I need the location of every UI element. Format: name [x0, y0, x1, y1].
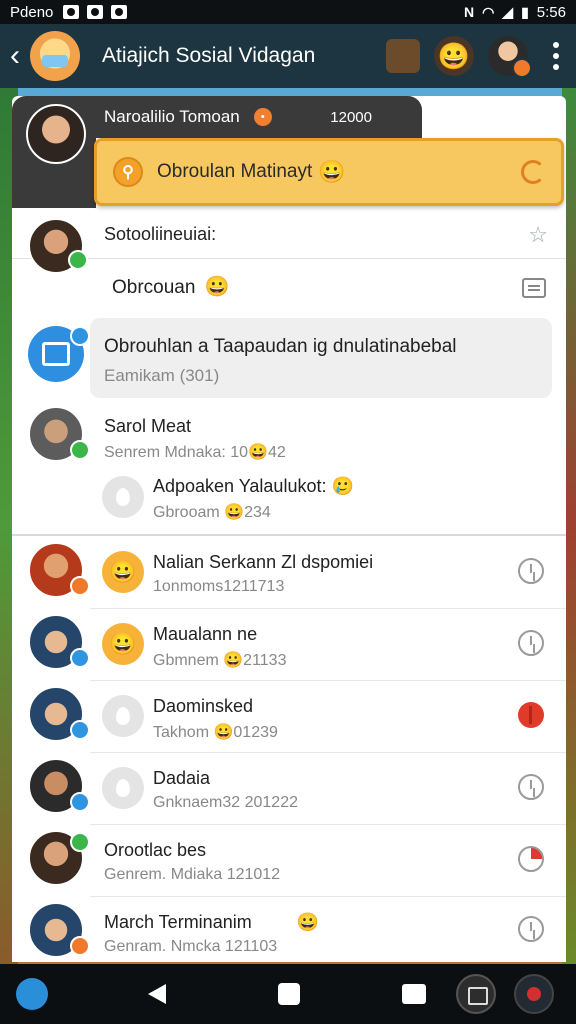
- app-avatar[interactable]: [30, 31, 80, 81]
- row-divider: [90, 896, 566, 897]
- list-item-subtitle: 1onmoms1211713: [153, 578, 285, 595]
- emoji-icon: 😀: [102, 623, 144, 665]
- status-badge: [68, 250, 88, 270]
- status-badge: [70, 576, 90, 596]
- list-item-title[interactable]: Adpoaken Yalaulukot: 🥲: [153, 476, 354, 497]
- home-icon[interactable]: [278, 983, 300, 1005]
- clock-icon: [518, 916, 544, 942]
- list-item-title-text: March Terminanim: [104, 912, 252, 932]
- location-pin-icon: [102, 695, 144, 737]
- list-item-title[interactable]: Orootlac bes: [104, 840, 206, 861]
- carrier-label: Pdeno: [10, 3, 54, 21]
- camera-icon[interactable]: [456, 974, 496, 1014]
- list-item-title[interactable]: Daominsked: [153, 696, 253, 717]
- list-item-title-text: Adpoaken Yalaulukot:: [153, 476, 327, 496]
- location-pin-icon: [102, 476, 144, 518]
- list-item-subtitle: Gbrooam 😀234: [153, 504, 271, 521]
- status-badge: [70, 792, 90, 812]
- section-title: Sotooliineuiai:: [104, 224, 217, 244]
- card-icon[interactable]: [522, 278, 546, 298]
- emoji-icon: 😀: [102, 551, 144, 593]
- app-bar: ‹ Atiajich Sosial Vidagan 😀: [0, 24, 576, 88]
- emoji-badge-icon: •: [253, 108, 272, 126]
- list-item-title[interactable]: March Terminanim 😀: [104, 912, 319, 933]
- list-item-title-emoji: 😀: [296, 912, 320, 932]
- highlight-subtitle: Eamikam (301): [104, 366, 220, 385]
- list-item-subtitle: Takhom 😀01239: [153, 724, 278, 741]
- header-avatar[interactable]: [26, 104, 86, 164]
- list-item-subtitle: Gbmnem 😀21133: [153, 652, 287, 669]
- promo-emoji: 😀: [318, 159, 346, 184]
- clock-icon: [518, 630, 544, 656]
- section-divider: [12, 534, 566, 536]
- alert-icon: [518, 702, 544, 728]
- pin-icon: ⚲: [113, 157, 143, 187]
- status-badge: [70, 832, 90, 852]
- row-divider: [90, 680, 566, 681]
- list-item-title[interactable]: Sarol Meat: [104, 416, 191, 437]
- section-subtitle-text: Obrcouan: [112, 277, 196, 298]
- promo-text: Obroulan Matinayt: [157, 161, 313, 182]
- app-title: Atiajich Sosial Vidagan: [102, 44, 316, 67]
- refresh-icon[interactable]: [521, 160, 545, 184]
- battery-icon: ▮: [521, 3, 529, 20]
- list-item-title[interactable]: Nalian Serkann Zl dspomiei: [153, 552, 373, 573]
- pinned-promo[interactable]: ⚲ Obroulan Matinayt 😀: [94, 138, 564, 206]
- recents-icon[interactable]: [402, 984, 426, 1004]
- navigation-bar: [0, 964, 576, 1024]
- signal-icon: ◢: [502, 3, 514, 20]
- more-options-icon[interactable]: [546, 42, 566, 70]
- status-badge: [70, 440, 90, 460]
- list-item-title-emoji: 🥲: [331, 476, 354, 496]
- highlighted-message[interactable]: [90, 318, 552, 398]
- status-bar: Pdeno N ◠ ◢ ▮ 5:56: [0, 0, 576, 24]
- status-badge: [70, 326, 90, 346]
- emoji-icon[interactable]: 😀: [434, 36, 474, 76]
- divider: [12, 258, 566, 259]
- game-icon[interactable]: [514, 974, 554, 1014]
- nfc-icon: N: [463, 4, 475, 20]
- list-item-subtitle: Senrem Mdnaka: 10😀42: [104, 444, 286, 461]
- star-icon[interactable]: ☆: [528, 222, 548, 248]
- status-badge: [70, 720, 90, 740]
- back-icon[interactable]: [148, 984, 166, 1004]
- section-subtitle-emoji: 😀: [204, 276, 230, 298]
- clock-icon: [518, 558, 544, 584]
- notification-icon-3: [111, 5, 128, 19]
- clock-time: 5:56: [536, 3, 566, 21]
- list-item-subtitle: Genrem. Mdiaka 121012: [104, 866, 281, 883]
- user-placeholder-icon: [102, 767, 144, 809]
- notification-icon: [63, 5, 80, 19]
- row-divider: [90, 824, 566, 825]
- square-icon[interactable]: [386, 39, 420, 73]
- header-count: 12000: [330, 108, 372, 126]
- list-item-subtitle: Gnknaem32 201222: [153, 794, 298, 811]
- list-item-title[interactable]: Dadaia: [153, 768, 210, 789]
- list-item-subtitle: Genram. Nmcka 121103: [104, 938, 278, 955]
- row-divider: [90, 608, 566, 609]
- chat-panel: Naroalilio Tomoan • 12000 ⚲ Obroulan Mat…: [12, 96, 566, 962]
- row-divider: [90, 752, 566, 753]
- progress-icon: [518, 846, 544, 872]
- wifi-icon: ◠: [482, 3, 495, 20]
- highlight-title: Obrouhlan a Taapaudan ig dnulatinabebal: [104, 336, 457, 357]
- list-item-title[interactable]: Maualann ne: [153, 624, 257, 645]
- header-name: Naroalilio Tomoan: [104, 107, 240, 126]
- section-subtitle[interactable]: Obrcouan 😀: [112, 274, 230, 299]
- notification-icon-2: [87, 5, 104, 19]
- status-badge: [70, 648, 90, 668]
- profile-avatar[interactable]: [488, 36, 532, 78]
- back-arrow-icon[interactable]: ‹: [10, 41, 28, 71]
- clock-icon: [518, 774, 544, 800]
- assistant-icon[interactable]: [16, 978, 48, 1010]
- status-badge: [70, 936, 90, 956]
